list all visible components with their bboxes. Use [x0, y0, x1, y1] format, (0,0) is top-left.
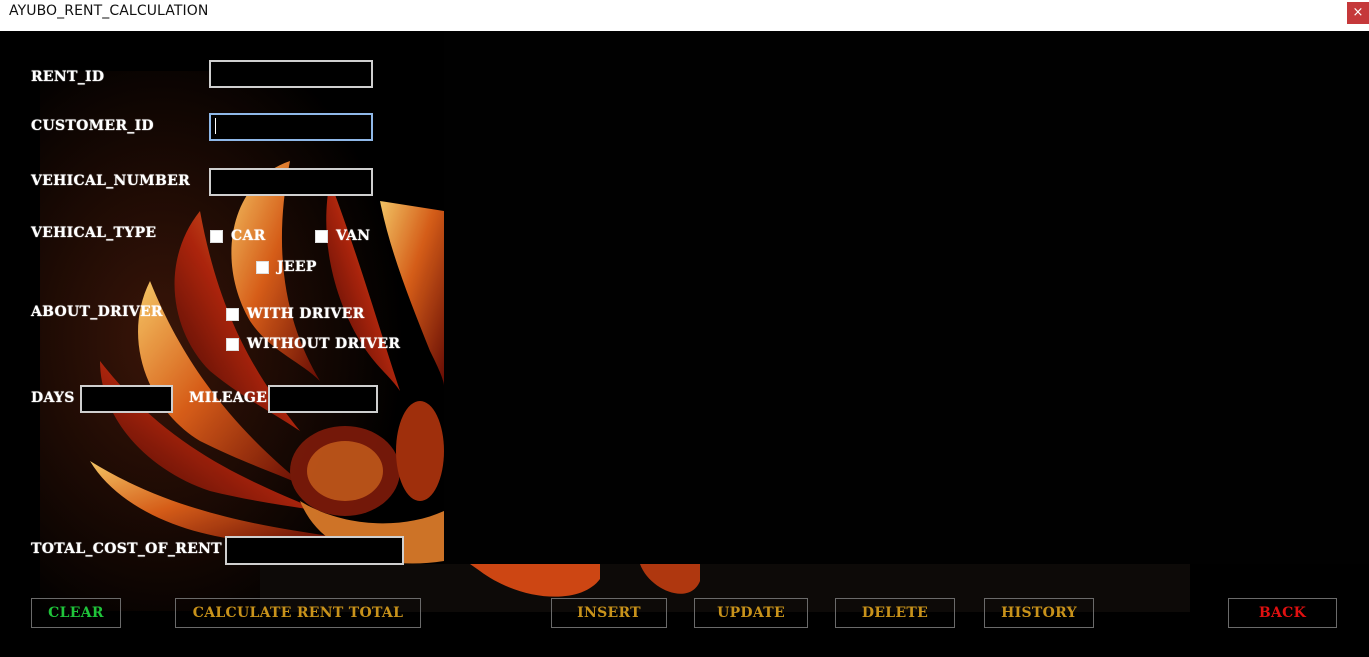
- vehicle-number-label: VEHICAL_NUMBER: [31, 173, 190, 189]
- van-checkbox-box[interactable]: [315, 229, 328, 243]
- clear-button[interactable]: CLEAR: [31, 598, 121, 628]
- data-grid-panel[interactable]: [444, 31, 1369, 564]
- without-driver-checkbox[interactable]: WITHOUT DRIVER: [226, 336, 400, 352]
- insert-button[interactable]: INSERT: [551, 598, 667, 628]
- total-cost-label: TOTAL_COST_OF_RENT: [31, 541, 222, 557]
- window-title: AYUBO_RENT_CALCULATION: [9, 3, 209, 19]
- with-driver-checkbox-box[interactable]: [226, 307, 239, 321]
- rent-id-input[interactable]: [209, 60, 373, 88]
- car-checkbox-label: CAR: [231, 228, 266, 244]
- update-button[interactable]: UPDATE: [694, 598, 808, 628]
- car-checkbox-box[interactable]: [210, 229, 223, 243]
- customer-id-label: CUSTOMER_ID: [31, 118, 154, 134]
- app-window: AYUBO_RENT_CALCULATION × RENT_ID CUSTOME…: [0, 0, 1369, 657]
- days-input[interactable]: [80, 385, 173, 413]
- jeep-checkbox-label: JEEP: [277, 259, 317, 275]
- history-button[interactable]: HISTORY: [984, 598, 1094, 628]
- vehicle-number-input[interactable]: [209, 168, 373, 196]
- title-bar: AYUBO_RENT_CALCULATION ×: [0, 0, 1369, 30]
- car-checkbox[interactable]: CAR: [210, 228, 266, 244]
- vehicle-type-label: VEHICAL_TYPE: [31, 225, 157, 241]
- customer-id-input[interactable]: [209, 113, 373, 141]
- mileage-input[interactable]: [268, 385, 378, 413]
- mileage-label: MILEAGE: [189, 390, 268, 406]
- about-driver-label: ABOUT_DRIVER: [31, 304, 163, 320]
- close-button[interactable]: ×: [1347, 2, 1369, 24]
- without-driver-checkbox-label: WITHOUT DRIVER: [247, 336, 401, 352]
- jeep-checkbox[interactable]: JEEP: [256, 259, 317, 275]
- van-checkbox-label: VAN: [336, 228, 371, 244]
- van-checkbox[interactable]: VAN: [315, 228, 370, 244]
- back-button[interactable]: BACK: [1228, 598, 1337, 628]
- with-driver-checkbox[interactable]: WITH DRIVER: [226, 306, 365, 322]
- text-caret: [215, 118, 216, 134]
- form-area: RENT_ID CUSTOMER_ID VEHICAL_NUMBER VEHIC…: [0, 31, 1369, 657]
- days-label: DAYS: [31, 390, 75, 406]
- total-cost-output[interactable]: [225, 536, 404, 565]
- with-driver-checkbox-label: WITH DRIVER: [247, 306, 365, 322]
- delete-button[interactable]: DELETE: [835, 598, 955, 628]
- jeep-checkbox-box[interactable]: [256, 260, 269, 274]
- without-driver-checkbox-box[interactable]: [226, 337, 239, 351]
- rent-id-label: RENT_ID: [31, 69, 105, 85]
- calculate-rent-total-button[interactable]: CALCULATE RENT TOTAL: [175, 598, 421, 628]
